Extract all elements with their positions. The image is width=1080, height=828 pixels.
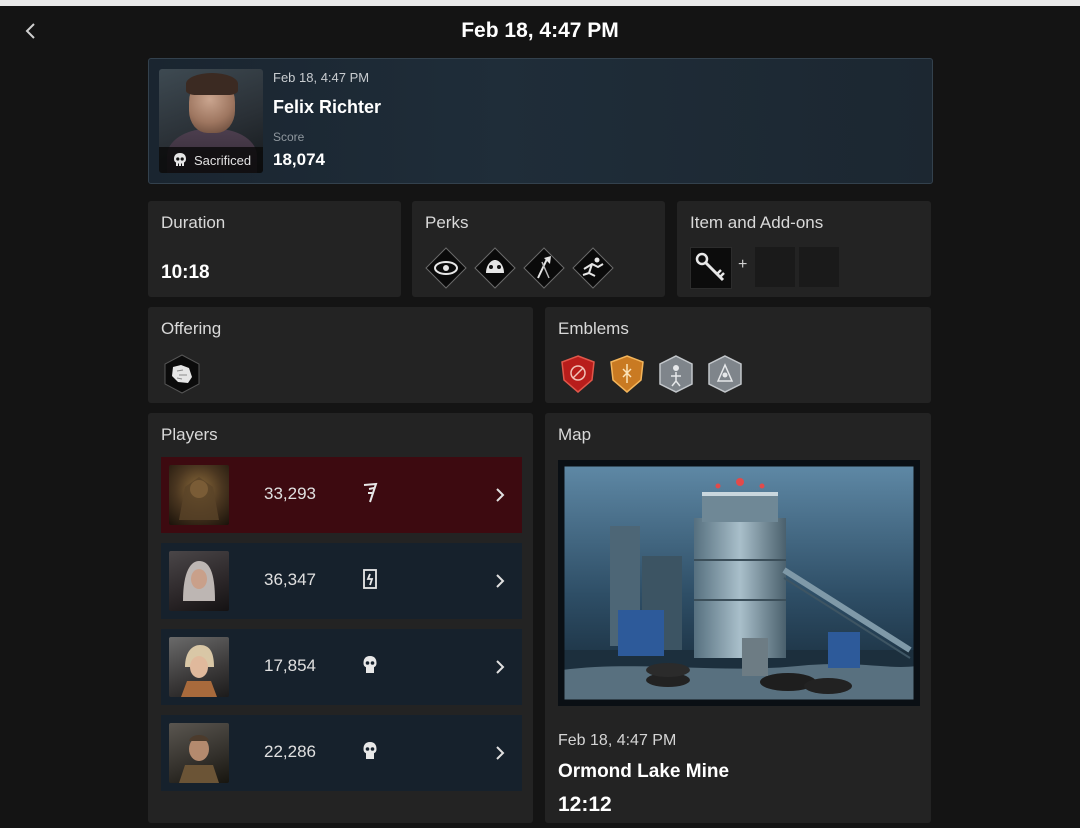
- skull-icon: [174, 153, 186, 166]
- players-title: Players: [161, 425, 218, 444]
- perks-title: Perks: [425, 213, 469, 232]
- map-date: Feb 18, 4:47 PM: [558, 732, 677, 749]
- player-row-survivor[interactable]: 36,347: [161, 543, 522, 619]
- runner-perk-icon[interactable]: [572, 247, 614, 289]
- perks-card: Perks: [412, 201, 665, 297]
- status-text: Sacrificed: [194, 152, 252, 168]
- player-row-survivor[interactable]: 22,286: [161, 715, 522, 791]
- item-slot[interactable]: [690, 247, 732, 289]
- player-score: 17,854: [264, 656, 316, 675]
- emblems-title: Emblems: [558, 319, 629, 338]
- addon-slot-2[interactable]: [799, 247, 839, 287]
- key-icon: [695, 252, 725, 282]
- red-emblem-icon[interactable]: [557, 353, 599, 395]
- match-date: Feb 18, 4:47 PM: [273, 70, 370, 85]
- hands-perk-icon[interactable]: [474, 247, 516, 289]
- header: Feb 18, 4:47 PM: [0, 6, 1080, 56]
- map-name: Ormond Lake Mine: [558, 761, 730, 782]
- player-avatar: [169, 465, 229, 525]
- players-card: Players 33,293 36,347 17,854 22,286: [148, 413, 533, 823]
- gold-emblem-icon[interactable]: [606, 353, 648, 395]
- player-score: 36,347: [264, 570, 316, 589]
- map-title: Map: [558, 425, 592, 444]
- item-addons-title: Item and Add-ons: [690, 213, 824, 232]
- killer-claw-icon: [363, 482, 378, 503]
- player-avatar: [169, 637, 229, 697]
- chevron-right-icon: [496, 574, 505, 588]
- item-addons-card: Item and Add-ons +: [677, 201, 931, 297]
- escaped-door-icon: [363, 569, 377, 589]
- character-name: Felix Richter: [273, 97, 382, 117]
- skull-icon: [363, 742, 377, 759]
- player-row-survivor[interactable]: 17,854: [161, 629, 522, 705]
- offering-card: Offering: [148, 307, 533, 403]
- score-value: 18,074: [273, 150, 325, 169]
- player-row-killer[interactable]: 33,293: [161, 457, 522, 533]
- character-portrait: Sacrificed: [159, 69, 263, 173]
- map-time: 12:12: [558, 793, 612, 816]
- score-label: Score: [273, 130, 305, 144]
- player-score: 22,286: [264, 742, 316, 761]
- page-title: Feb 18, 4:47 PM: [461, 19, 619, 42]
- offering-title: Offering: [161, 319, 222, 338]
- map-image: [558, 460, 920, 706]
- eye-perk-icon[interactable]: [425, 247, 467, 289]
- duration-title: Duration: [161, 213, 226, 232]
- silver-emblem-icon[interactable]: [704, 353, 746, 395]
- plus-sign: +: [738, 256, 748, 273]
- map-card: Map Feb 18, 4:47 PM Ormond Lake Mine 12:…: [545, 413, 931, 823]
- axe-perk-icon[interactable]: [523, 247, 565, 289]
- skull-icon: [363, 656, 377, 673]
- match-summary-card: Sacrificed Feb 18, 4:47 PM Felix Richter…: [148, 58, 933, 184]
- chevron-right-icon: [496, 660, 505, 674]
- player-avatar: [169, 551, 229, 611]
- chevron-right-icon: [496, 488, 505, 502]
- duration-value: 10:18: [161, 262, 210, 283]
- addon-slot-1[interactable]: [755, 247, 795, 287]
- duration-card: Duration 10:18: [148, 201, 401, 297]
- player-score: 33,293: [264, 484, 316, 503]
- emblems-card: Emblems: [545, 307, 931, 403]
- silver-emblem-icon[interactable]: [655, 353, 697, 395]
- player-avatar: [169, 723, 229, 783]
- map-offering-icon[interactable]: [161, 353, 203, 395]
- status-badge: Sacrificed: [159, 147, 263, 173]
- chevron-right-icon: [496, 746, 505, 760]
